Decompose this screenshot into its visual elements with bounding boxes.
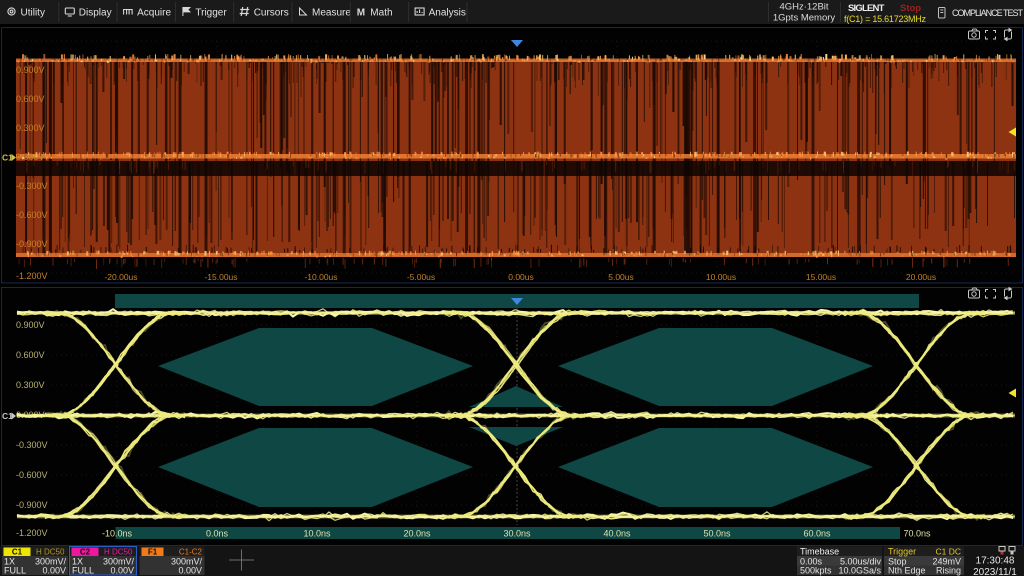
svg-text:-10.0ns: -10.0ns xyxy=(102,529,133,539)
svg-text:Display: Display xyxy=(79,8,112,19)
svg-text:f(C1) = 15.61723MHz: f(C1) = 15.61723MHz xyxy=(844,14,927,24)
svg-text:-10.00us: -10.00us xyxy=(304,272,337,282)
svg-text:F1: F1 xyxy=(148,548,158,557)
svg-text:C1-C2: C1-C2 xyxy=(179,548,203,557)
svg-text:40.0ns: 40.0ns xyxy=(603,529,631,539)
svg-text:20.0ns: 20.0ns xyxy=(403,529,431,539)
svg-text:FULL: FULL xyxy=(4,566,26,576)
svg-text:15.00us: 15.00us xyxy=(806,272,836,282)
svg-text:-1.200V: -1.200V xyxy=(16,271,48,281)
svg-text:10.0ns: 10.0ns xyxy=(303,529,331,539)
svg-text:0.0ns: 0.0ns xyxy=(206,529,229,539)
svg-text:Math: Math xyxy=(370,8,392,19)
svg-text:17:30:48: 17:30:48 xyxy=(976,556,1015,567)
svg-text:SIGLENT: SIGLENT xyxy=(848,3,885,14)
svg-text:0.00V: 0.00V xyxy=(110,566,134,576)
svg-text:Nth Edge: Nth Edge xyxy=(888,566,926,576)
svg-text:H: H xyxy=(36,548,42,557)
svg-text:C1: C1 xyxy=(2,411,13,421)
svg-text:C1: C1 xyxy=(2,153,13,163)
svg-text:0.900V: 0.900V xyxy=(16,65,45,75)
svg-text:1Gpts Memory: 1Gpts Memory xyxy=(773,13,836,24)
svg-text:0.600V: 0.600V xyxy=(16,350,45,360)
svg-text:Measure: Measure xyxy=(312,8,351,19)
svg-text:10.00us: 10.00us xyxy=(706,272,736,282)
svg-text:Utility: Utility xyxy=(21,8,45,19)
svg-text:0.300V: 0.300V xyxy=(16,380,45,390)
svg-text:Cursors: Cursors xyxy=(254,8,289,19)
svg-text:H: H xyxy=(104,548,110,557)
svg-text:0.00us: 0.00us xyxy=(508,272,534,282)
svg-text:Acquire: Acquire xyxy=(137,8,171,19)
svg-text:0.000V: 0.000V xyxy=(16,152,45,162)
svg-text:-0.300V: -0.300V xyxy=(16,181,48,191)
svg-text:Trigger: Trigger xyxy=(195,8,227,19)
svg-text:60.0ns: 60.0ns xyxy=(803,529,831,539)
svg-text:C2: C2 xyxy=(80,548,91,557)
svg-text:-1.200V: -1.200V xyxy=(16,528,48,538)
svg-text:Stop: Stop xyxy=(900,3,921,14)
svg-text:0.00V: 0.00V xyxy=(178,566,202,576)
svg-text:0.900V: 0.900V xyxy=(16,320,45,330)
svg-text:500kpts: 500kpts xyxy=(800,566,832,576)
svg-text:0.300V: 0.300V xyxy=(16,123,45,133)
svg-text:-0.600V: -0.600V xyxy=(16,210,48,220)
svg-text:C1: C1 xyxy=(12,548,23,557)
svg-text:Rising: Rising xyxy=(936,566,961,576)
svg-text:20.00us: 20.00us xyxy=(906,272,936,282)
svg-text:Analysis: Analysis xyxy=(429,8,466,19)
svg-text:C1 DC: C1 DC xyxy=(935,547,961,557)
svg-text:Timebase: Timebase xyxy=(800,547,839,557)
svg-text:10.0GSa/s: 10.0GSa/s xyxy=(838,566,881,576)
svg-text:DC50: DC50 xyxy=(112,548,133,557)
svg-text:5.00us: 5.00us xyxy=(608,272,634,282)
svg-text:70.0ns: 70.0ns xyxy=(903,529,931,539)
svg-text:FULL: FULL xyxy=(72,566,94,576)
svg-text:-15.00us: -15.00us xyxy=(204,272,237,282)
svg-text:2023/11/1: 2023/11/1 xyxy=(973,567,1017,576)
svg-text:0.00V: 0.00V xyxy=(42,566,66,576)
svg-text:-0.600V: -0.600V xyxy=(16,470,48,480)
svg-text:-0.300V: -0.300V xyxy=(16,440,48,450)
svg-text:-0.900V: -0.900V xyxy=(16,239,48,249)
svg-text:COMPLIANCE TEST: COMPLIANCE TEST xyxy=(952,8,1024,18)
svg-text:M: M xyxy=(357,8,365,19)
svg-text:4GHz·12Bit: 4GHz·12Bit xyxy=(779,2,828,13)
svg-text:30.0ns: 30.0ns xyxy=(503,529,531,539)
svg-text:Trigger: Trigger xyxy=(888,547,916,557)
svg-text:DC50: DC50 xyxy=(44,548,65,557)
svg-text:0.600V: 0.600V xyxy=(16,94,45,104)
svg-text:50.0ns: 50.0ns xyxy=(703,529,731,539)
svg-text:-5.00us: -5.00us xyxy=(407,272,435,282)
svg-text:-20.00us: -20.00us xyxy=(104,272,137,282)
svg-text:-0.900V: -0.900V xyxy=(16,500,48,510)
